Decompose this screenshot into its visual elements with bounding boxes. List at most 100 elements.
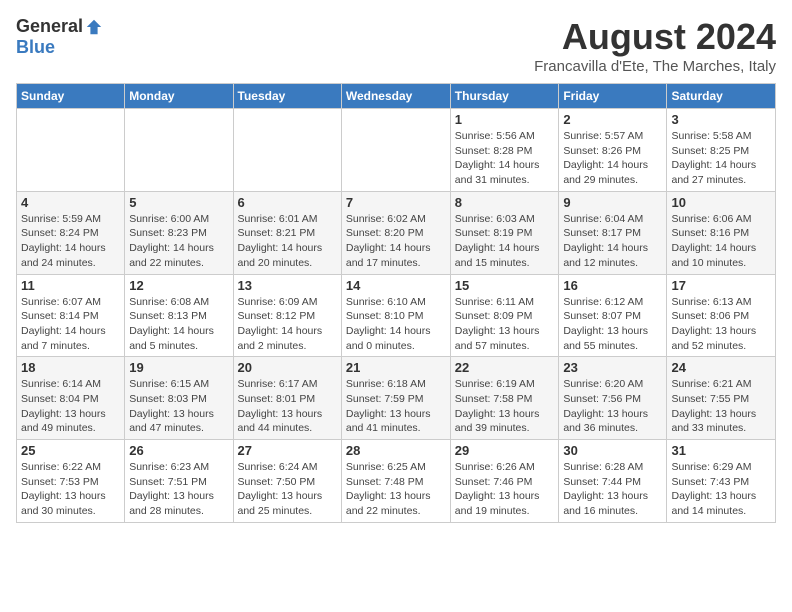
cell-day-number: 29: [455, 443, 555, 458]
calendar-cell: 3 Sunrise: 5:58 AM Sunset: 8:25 PM Daylig…: [667, 109, 776, 192]
calendar-cell: 2 Sunrise: 5:57 AM Sunset: 8:26 PM Daylig…: [559, 109, 667, 192]
calendar-cell: 13Sunrise: 6:09 AM Sunset: 8:12 PM Dayli…: [233, 274, 341, 357]
cell-info: Sunrise: 6:08 AM Sunset: 8:13 PM Dayligh…: [129, 295, 228, 354]
cell-info: Sunrise: 6:26 AM Sunset: 7:46 PM Dayligh…: [455, 460, 555, 519]
calendar-cell: 23 Sunrise: 6:20 AM Sunset: 7:56 PM Dayli…: [559, 357, 667, 440]
cell-day-number: 3: [671, 112, 771, 127]
header-row: SundayMondayTuesdayWednesdayThursdayFrid…: [17, 84, 776, 109]
cell-info: Sunrise: 6:22 AM Sunset: 7:53 PM Dayligh…: [21, 460, 120, 519]
cell-info: Sunrise: 5:57 AM Sunset: 8:26 PM Dayligh…: [563, 129, 662, 188]
cell-day-number: 19: [129, 360, 228, 375]
calendar-cell: 22 Sunrise: 6:19 AM Sunset: 7:58 PM Dayli…: [450, 357, 559, 440]
calendar-cell: [341, 109, 450, 192]
cell-info: Sunrise: 6:03 AM Sunset: 8:19 PM Dayligh…: [455, 212, 555, 271]
calendar-cell: 9 Sunrise: 6:04 AM Sunset: 8:17 PM Daylig…: [559, 191, 667, 274]
calendar-cell: 31Sunrise: 6:29 AM Sunset: 7:43 PM Dayli…: [667, 440, 776, 523]
cell-info: Sunrise: 6:18 AM Sunset: 7:59 PM Dayligh…: [346, 377, 446, 436]
cell-info: Sunrise: 6:11 AM Sunset: 8:09 PM Dayligh…: [455, 295, 555, 354]
calendar-cell: 7 Sunrise: 6:02 AM Sunset: 8:20 PM Daylig…: [341, 191, 450, 274]
cell-info: Sunrise: 6:10 AM Sunset: 8:10 PM Dayligh…: [346, 295, 446, 354]
cell-info: Sunrise: 6:15 AM Sunset: 8:03 PM Dayligh…: [129, 377, 228, 436]
calendar-table: SundayMondayTuesdayWednesdayThursdayFrid…: [16, 83, 776, 523]
cell-info: Sunrise: 6:14 AM Sunset: 8:04 PM Dayligh…: [21, 377, 120, 436]
calendar-header: SundayMondayTuesdayWednesdayThursdayFrid…: [17, 84, 776, 109]
calendar-cell: 14 Sunrise: 6:10 AM Sunset: 8:10 PM Dayli…: [341, 274, 450, 357]
month-title: August 2024: [534, 16, 776, 58]
cell-day-number: 5: [129, 195, 228, 210]
cell-info: Sunrise: 6:23 AM Sunset: 7:51 PM Dayligh…: [129, 460, 228, 519]
cell-info: Sunrise: 6:17 AM Sunset: 8:01 PM Dayligh…: [238, 377, 337, 436]
day-header-sunday: Sunday: [17, 84, 125, 109]
cell-day-number: 1: [455, 112, 555, 127]
cell-info: Sunrise: 6:00 AM Sunset: 8:23 PM Dayligh…: [129, 212, 228, 271]
cell-day-number: 21: [346, 360, 446, 375]
page-header: General Blue August 2024 Francavilla d'E…: [16, 16, 776, 75]
day-header-monday: Monday: [125, 84, 233, 109]
calendar-cell: [233, 109, 341, 192]
calendar-cell: 11Sunrise: 6:07 AM Sunset: 8:14 PM Dayli…: [17, 274, 125, 357]
calendar-cell: 5 Sunrise: 6:00 AM Sunset: 8:23 PM Daylig…: [125, 191, 233, 274]
cell-day-number: 24: [671, 360, 771, 375]
cell-day-number: 28: [346, 443, 446, 458]
logo-blue-text: Blue: [16, 37, 55, 58]
cell-day-number: 15: [455, 278, 555, 293]
calendar-cell: 19 Sunrise: 6:15 AM Sunset: 8:03 PM Dayli…: [125, 357, 233, 440]
cell-day-number: 12: [129, 278, 228, 293]
cell-day-number: 25: [21, 443, 120, 458]
location-subtitle: Francavilla d'Ete, The Marches, Italy: [534, 58, 776, 75]
calendar-cell: 8 Sunrise: 6:03 AM Sunset: 8:19 PM Daylig…: [450, 191, 559, 274]
cell-info: Sunrise: 6:09 AM Sunset: 8:12 PM Dayligh…: [238, 295, 337, 354]
calendar-cell: [17, 109, 125, 192]
calendar-cell: 6 Sunrise: 6:01 AM Sunset: 8:21 PM Daylig…: [233, 191, 341, 274]
cell-day-number: 30: [563, 443, 662, 458]
cell-info: Sunrise: 6:12 AM Sunset: 8:07 PM Dayligh…: [563, 295, 662, 354]
cell-day-number: 9: [563, 195, 662, 210]
cell-info: Sunrise: 5:58 AM Sunset: 8:25 PM Dayligh…: [671, 129, 771, 188]
logo: General Blue: [16, 16, 103, 58]
calendar-cell: [125, 109, 233, 192]
cell-day-number: 17: [671, 278, 771, 293]
cell-day-number: 11: [21, 278, 120, 293]
cell-day-number: 22: [455, 360, 555, 375]
cell-info: Sunrise: 6:20 AM Sunset: 7:56 PM Dayligh…: [563, 377, 662, 436]
calendar-cell: 4Sunrise: 5:59 AM Sunset: 8:24 PM Daylig…: [17, 191, 125, 274]
calendar-cell: 17 Sunrise: 6:13 AM Sunset: 8:06 PM Dayli…: [667, 274, 776, 357]
calendar-body: 1 Sunrise: 5:56 AM Sunset: 8:28 PM Daylig…: [17, 109, 776, 523]
cell-info: Sunrise: 6:25 AM Sunset: 7:48 PM Dayligh…: [346, 460, 446, 519]
cell-day-number: 2: [563, 112, 662, 127]
cell-info: Sunrise: 6:01 AM Sunset: 8:21 PM Dayligh…: [238, 212, 337, 271]
cell-day-number: 8: [455, 195, 555, 210]
cell-info: Sunrise: 6:19 AM Sunset: 7:58 PM Dayligh…: [455, 377, 555, 436]
calendar-week-4: 18 Sunrise: 6:14 AM Sunset: 8:04 PM Dayli…: [17, 357, 776, 440]
cell-day-number: 18: [21, 360, 120, 375]
calendar-cell: 25 Sunrise: 6:22 AM Sunset: 7:53 PM Dayli…: [17, 440, 125, 523]
cell-day-number: 10: [671, 195, 771, 210]
calendar-week-1: 1 Sunrise: 5:56 AM Sunset: 8:28 PM Daylig…: [17, 109, 776, 192]
cell-info: Sunrise: 6:13 AM Sunset: 8:06 PM Dayligh…: [671, 295, 771, 354]
cell-info: Sunrise: 6:21 AM Sunset: 7:55 PM Dayligh…: [671, 377, 771, 436]
day-header-friday: Friday: [559, 84, 667, 109]
cell-info: Sunrise: 5:56 AM Sunset: 8:28 PM Dayligh…: [455, 129, 555, 188]
cell-day-number: 14: [346, 278, 446, 293]
cell-info: Sunrise: 5:59 AM Sunset: 8:24 PM Dayligh…: [21, 212, 120, 271]
cell-info: Sunrise: 6:24 AM Sunset: 7:50 PM Dayligh…: [238, 460, 337, 519]
cell-day-number: 6: [238, 195, 337, 210]
calendar-week-2: 4Sunrise: 5:59 AM Sunset: 8:24 PM Daylig…: [17, 191, 776, 274]
cell-day-number: 31: [671, 443, 771, 458]
cell-info: Sunrise: 6:04 AM Sunset: 8:17 PM Dayligh…: [563, 212, 662, 271]
cell-day-number: 26: [129, 443, 228, 458]
day-header-wednesday: Wednesday: [341, 84, 450, 109]
title-block: August 2024 Francavilla d'Ete, The March…: [534, 16, 776, 75]
cell-info: Sunrise: 6:02 AM Sunset: 8:20 PM Dayligh…: [346, 212, 446, 271]
cell-day-number: 7: [346, 195, 446, 210]
cell-day-number: 23: [563, 360, 662, 375]
calendar-cell: 16Sunrise: 6:12 AM Sunset: 8:07 PM Dayli…: [559, 274, 667, 357]
logo-general-text: General: [16, 16, 83, 37]
cell-info: Sunrise: 6:28 AM Sunset: 7:44 PM Dayligh…: [563, 460, 662, 519]
day-header-thursday: Thursday: [450, 84, 559, 109]
logo-icon: [85, 18, 103, 36]
calendar-week-3: 11Sunrise: 6:07 AM Sunset: 8:14 PM Dayli…: [17, 274, 776, 357]
calendar-cell: 18 Sunrise: 6:14 AM Sunset: 8:04 PM Dayli…: [17, 357, 125, 440]
day-header-tuesday: Tuesday: [233, 84, 341, 109]
cell-info: Sunrise: 6:06 AM Sunset: 8:16 PM Dayligh…: [671, 212, 771, 271]
